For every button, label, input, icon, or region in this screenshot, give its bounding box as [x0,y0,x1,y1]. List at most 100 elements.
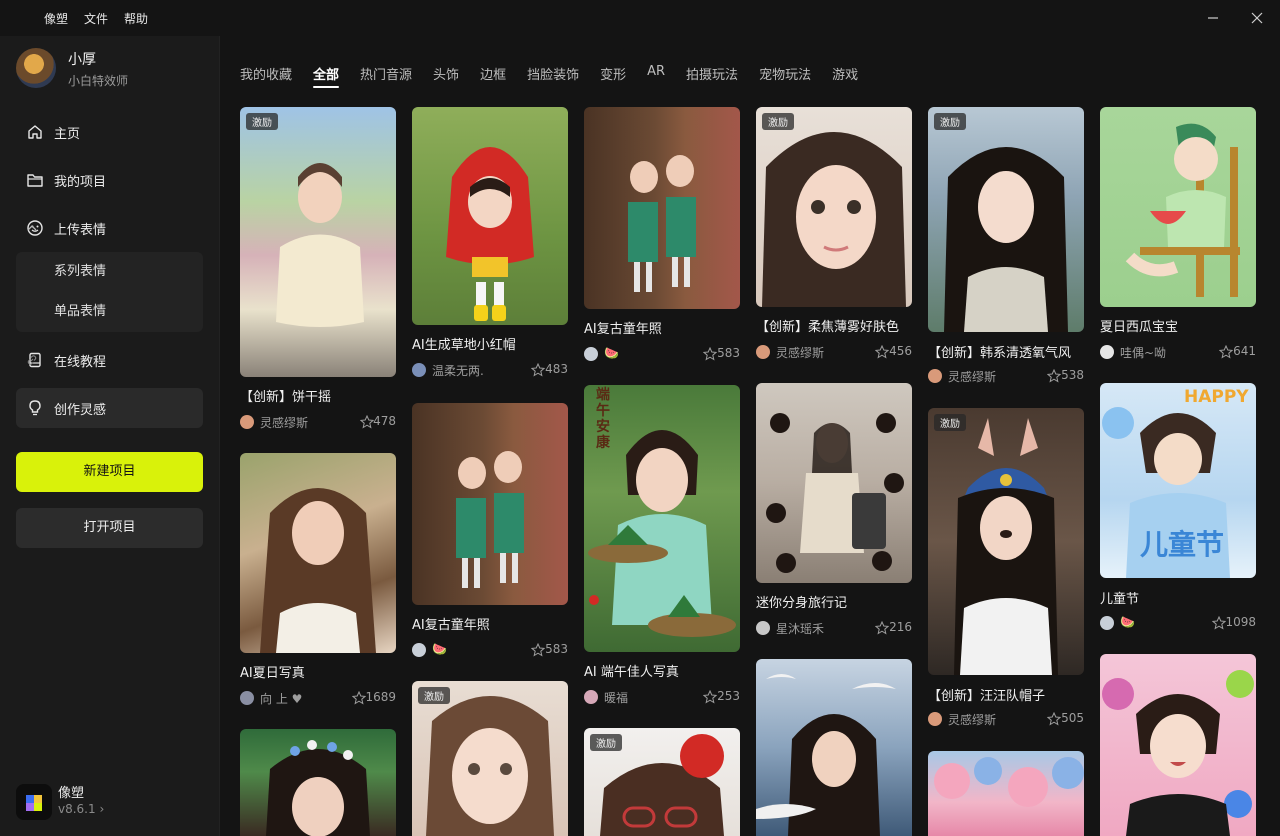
card-title: AI夏日写真 [240,666,305,681]
effect-thumbnail [240,729,396,836]
card-meta: 灵感缪斯 505 [928,710,1084,728]
author-avatar [584,347,598,361]
tab-shooting[interactable]: 拍摄玩法 [686,64,738,83]
card-title: AI复古童年照 [412,618,490,633]
open-project-button[interactable]: 打开项目 [16,508,203,548]
app-logo [16,784,52,820]
tab-ar[interactable]: AR [647,64,665,83]
card-meta: 🍉 1098 [1100,614,1256,632]
sidebar-item-home[interactable]: 主页 [16,112,203,152]
close-button[interactable] [1247,8,1267,28]
sidebar-item-projects[interactable]: 我的项目 [16,160,203,200]
link-icon [27,355,37,365]
sidebar: 小厚 小白特效师 主页 我的项目 上传表情 系列表情 单品表情 在线教程 创作灵… [0,36,220,836]
author-name: 暖福 [604,691,629,705]
new-project-button[interactable]: 新建项目 [16,452,203,492]
like-count: 1098 [1225,615,1256,629]
author-name: 哇偶~呦 [1120,346,1167,360]
reward-badge: 激励 [934,414,966,431]
tab-face-cover[interactable]: 挡脸装饰 [527,64,579,83]
tab-deform[interactable]: 变形 [600,64,626,83]
author-avatar [240,415,254,429]
tab-pet[interactable]: 宠物玩法 [759,64,811,83]
minimize-button[interactable] [1203,8,1223,28]
effect-thumbnail [1100,107,1256,307]
star-icon [1219,345,1233,359]
like-count: 478 [373,414,396,428]
like-count: 456 [889,344,912,358]
app-version[interactable]: v8.6.1 › [58,802,104,816]
tab-favorites[interactable]: 我的收藏 [240,64,292,83]
star-icon [360,415,374,429]
menu-app[interactable]: 像塑 [44,10,68,27]
author-avatar [756,345,770,359]
sidebar-item-inspiration[interactable]: 创作灵感 [16,388,203,428]
tab-hot-audio[interactable]: 热门音源 [360,64,412,83]
like-count: 641 [1233,344,1256,358]
author-avatar [240,691,254,705]
reward-badge: 激励 [934,113,966,130]
star-icon [703,347,717,361]
like-count: 216 [889,620,912,634]
happy-text: HAPPY [1184,387,1249,407]
menu-file[interactable]: 文件 [84,10,108,27]
effect-thumbnail: 端午安康 [584,385,740,652]
card-title: 夏日西瓜宝宝 [1100,320,1179,335]
sidebar-item-upload[interactable]: 上传表情 [16,208,203,248]
duanwu-text: 端午安康 [596,387,610,451]
card-title: AI生成草地小红帽 [412,338,516,353]
tab-game[interactable]: 游戏 [832,64,858,83]
effect-thumbnail [756,659,912,836]
tab-all[interactable]: 全部 [313,64,340,88]
tab-border[interactable]: 边框 [480,64,506,83]
author-avatar [928,712,942,726]
like-count: 583 [717,346,740,360]
author-avatar [756,621,770,635]
tab-headwear[interactable]: 头饰 [433,64,459,83]
sidebar-item-single[interactable]: 单品表情 [16,292,203,332]
reward-badge: 激励 [418,687,450,704]
author-avatar [1100,616,1114,630]
star-icon [1047,369,1061,383]
author-name: 灵感缪斯 [948,370,997,384]
star-icon [1047,712,1061,726]
card-title: 儿童节 [1100,592,1140,607]
author-name: 温柔无两. [432,364,484,378]
author-avatar [928,369,942,383]
card-title: 【创新】柔焦薄雾好肤色 [756,320,900,335]
minimize-icon [1208,17,1218,19]
effect-thumbnail [1100,654,1256,836]
author-badge: 🍉 [1120,615,1135,629]
app-name: 像塑 [58,786,85,801]
sidebar-item-label: 上传表情 [54,222,107,238]
sidebar-item-tutorial[interactable]: 在线教程 [16,340,203,380]
effect-thumbnail [928,751,1084,836]
author-name: 星沐瑶禾 [776,622,825,636]
effect-thumbnail [412,107,568,325]
author-avatar [584,690,598,704]
reward-badge: 激励 [762,113,794,130]
effect-thumbnail [584,107,740,309]
card-meta: 🍉 583 [584,345,740,363]
effect-thumbnail: HAPPY 儿童节 [1100,383,1256,578]
star-icon [531,643,545,657]
like-count: 483 [545,362,568,376]
card-meta: 哇偶~呦 641 [1100,343,1256,361]
chevron-up-icon [27,225,37,231]
card-title: AI 端午佳人写真 [584,665,679,680]
title-bar: 像塑 文件 帮助 [0,0,1280,36]
star-icon [1212,616,1226,630]
sidebar-item-series[interactable]: 系列表情 [16,252,203,292]
user-name: 小厚 [68,52,96,68]
reward-badge: 激励 [590,734,622,751]
sidebar-item-label: 我的项目 [54,174,107,190]
sidebar-item-label: 创作灵感 [54,402,107,418]
effect-thumbnail [756,383,912,583]
like-count: 538 [1061,368,1084,382]
menu-help[interactable]: 帮助 [124,10,148,27]
like-count: 505 [1061,711,1084,725]
star-icon [703,690,717,704]
avatar[interactable] [16,48,56,88]
card-title: 【创新】饼干摇 [240,390,332,405]
reward-badge: 激励 [246,113,278,130]
